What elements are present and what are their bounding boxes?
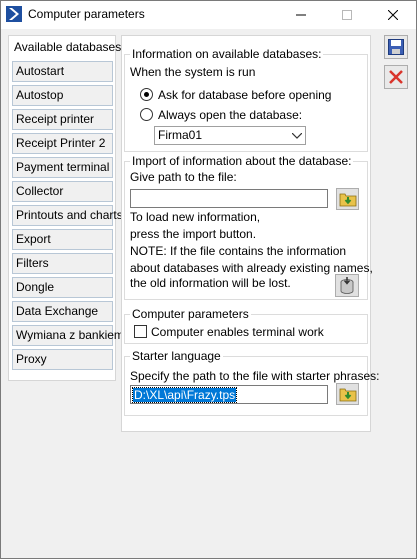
- import-note-5: the old information will be lost.: [130, 276, 291, 290]
- always-open-radio[interactable]: [140, 108, 153, 121]
- sidebar-item-available-databases[interactable]: Available databases: [10, 37, 121, 58]
- starter-browse-button[interactable]: [336, 383, 359, 405]
- starter-legend: Starter language: [130, 349, 223, 363]
- minimize-icon: [296, 14, 306, 16]
- sidebar-item-dongle[interactable]: Dongle: [12, 277, 113, 298]
- import-path-input[interactable]: [130, 189, 328, 208]
- import-note-1: To load new information,: [130, 210, 261, 224]
- sidebar-item-collector[interactable]: Collector: [12, 181, 113, 202]
- sidebar-item-payment-terminal[interactable]: Payment terminal: [12, 157, 113, 178]
- database-import-icon: [340, 276, 354, 294]
- close-button[interactable]: [370, 1, 416, 29]
- sidebar-item-receipt-printer-2[interactable]: Receipt Printer 2: [12, 133, 113, 154]
- import-group: Import of information about the database…: [124, 154, 373, 300]
- save-icon: [388, 39, 404, 55]
- maximize-button[interactable]: [324, 1, 370, 29]
- close-icon: [388, 10, 398, 20]
- ask-database-label[interactable]: Ask for database before opening: [158, 88, 331, 102]
- open-folder-icon: [339, 388, 356, 402]
- minimize-button[interactable]: [278, 1, 324, 29]
- sidebar-item-autostart[interactable]: Autostart: [12, 61, 113, 82]
- always-open-label[interactable]: Always open the database:: [158, 108, 302, 122]
- title-bar: Computer parameters: [1, 1, 416, 29]
- when-system-run-label: When the system is run: [130, 65, 256, 79]
- terminal-work-checkbox[interactable]: [134, 325, 147, 338]
- database-select[interactable]: Firma01: [154, 126, 306, 145]
- sidebar-item-printouts-and-charts[interactable]: Printouts and charts: [12, 205, 123, 226]
- content-panel: Information on available databases: When…: [121, 35, 379, 432]
- import-browse-button[interactable]: [336, 188, 359, 210]
- computer-group: Computer parameters Computer enables ter…: [124, 307, 368, 344]
- cancel-button[interactable]: [384, 65, 408, 89]
- databases-group: Information on available databases: When…: [124, 47, 368, 152]
- sidebar: Available databases Autostart Autostop R…: [8, 35, 124, 381]
- starter-path-value: D:\XL\api\Frazy.tps: [131, 387, 238, 403]
- computer-legend: Computer parameters: [130, 307, 251, 321]
- import-legend: Import of information about the database…: [130, 154, 354, 168]
- starter-path-label: Specify the path to the file with starte…: [130, 369, 380, 383]
- import-note-3: NOTE: If the file contains the informati…: [130, 244, 347, 258]
- sidebar-item-filters[interactable]: Filters: [12, 253, 113, 274]
- chevron-down-icon[interactable]: [288, 127, 305, 144]
- database-select-value: Firma01: [158, 128, 203, 142]
- sidebar-item-data-exchange[interactable]: Data Exchange: [12, 301, 113, 322]
- sidebar-item-receipt-printer[interactable]: Receipt printer: [12, 109, 113, 130]
- ask-database-radio[interactable]: [140, 88, 153, 101]
- app-logo-icon: [6, 6, 22, 22]
- sidebar-item-export[interactable]: Export: [12, 229, 113, 250]
- import-note-2: press the import button.: [130, 227, 257, 241]
- import-path-label: Give path to the file:: [130, 170, 237, 184]
- sidebar-item-proxy[interactable]: Proxy: [12, 349, 113, 370]
- sidebar-item-autostop[interactable]: Autostop: [12, 85, 113, 106]
- starter-path-input[interactable]: D:\XL\api\Frazy.tps: [130, 385, 328, 404]
- maximize-icon: [342, 10, 352, 20]
- dialog-window: Computer parameters Available databases …: [0, 0, 417, 559]
- databases-legend: Information on available databases:: [130, 47, 324, 61]
- window-title: Computer parameters: [28, 7, 145, 21]
- cancel-x-icon: [389, 70, 403, 84]
- sidebar-item-wymiana-z-bankiem[interactable]: Wymiana z bankiem: [12, 325, 124, 346]
- import-button[interactable]: [335, 274, 359, 297]
- open-folder-icon: [339, 193, 356, 207]
- starter-group: Starter language Specify the path to the…: [124, 349, 379, 416]
- import-note-4: about databases with already existing na…: [130, 261, 373, 275]
- terminal-work-label[interactable]: Computer enables terminal work: [151, 325, 324, 339]
- save-button[interactable]: [384, 35, 408, 59]
